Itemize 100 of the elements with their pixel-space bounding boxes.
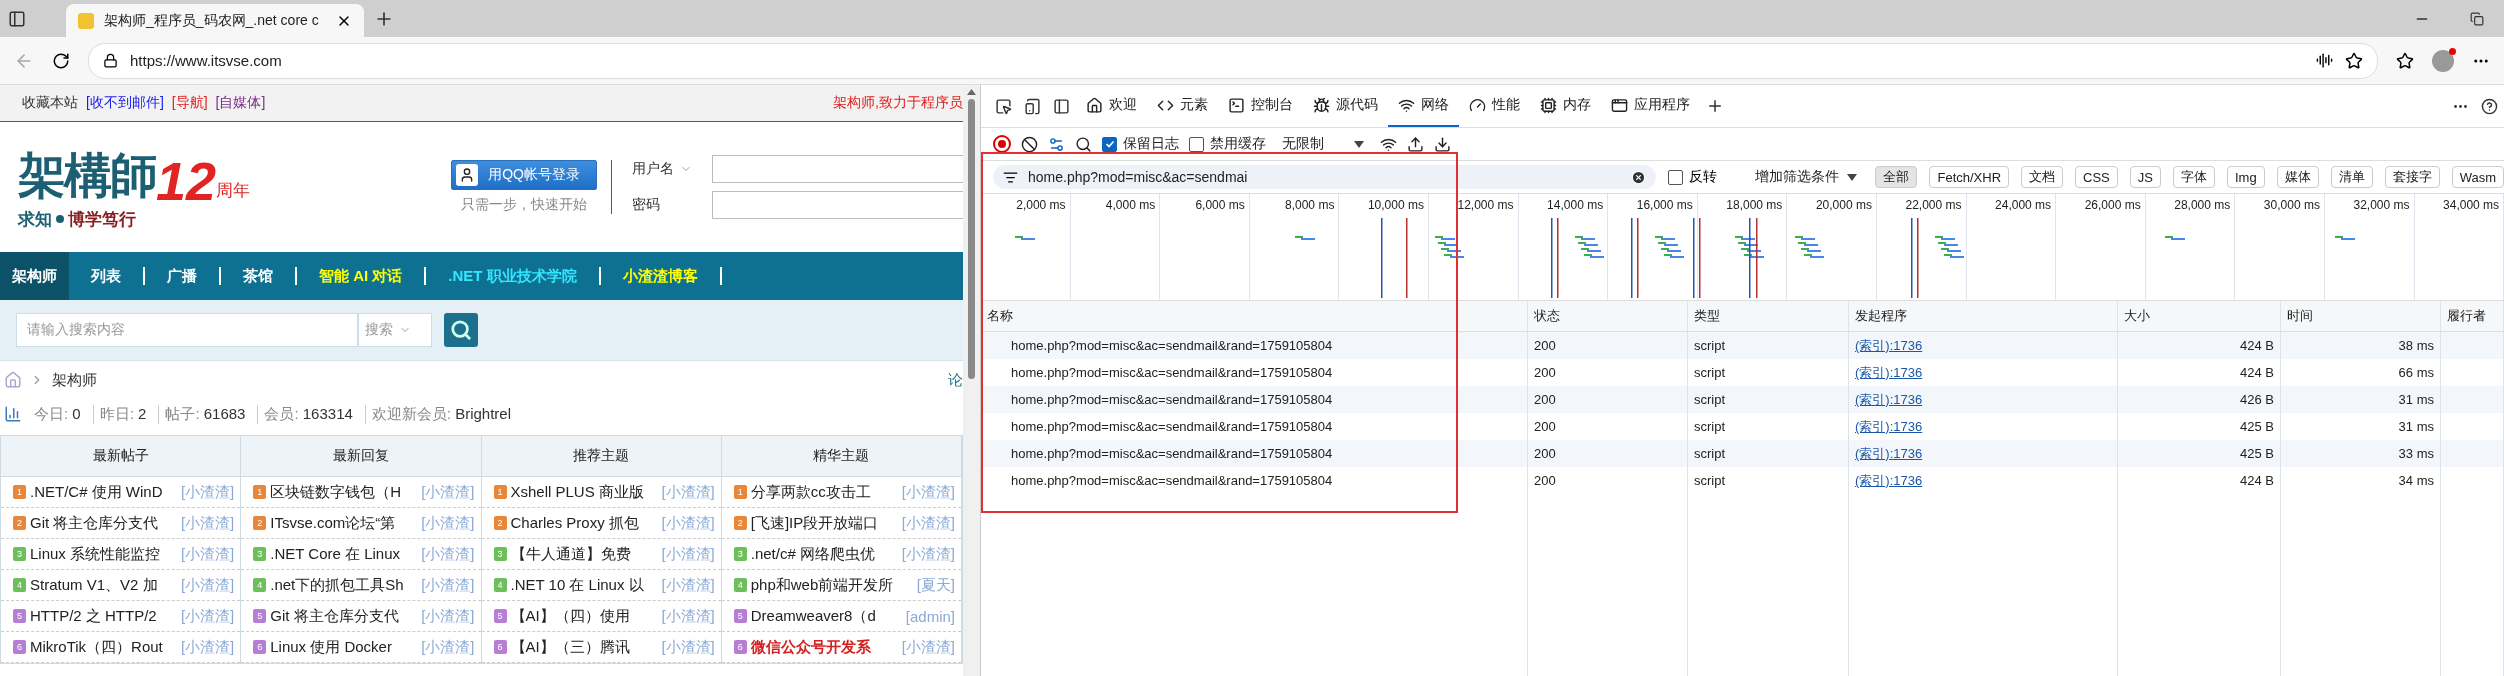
devtools-tab[interactable]: 欢迎 (1076, 85, 1147, 127)
initiator-link[interactable]: (索引):1736 (1855, 417, 1923, 436)
column-header[interactable]: 发起程序 (1849, 301, 2118, 331)
breadcrumb-link[interactable]: 架构师 (52, 370, 97, 390)
search-button[interactable] (444, 313, 478, 347)
thread-link[interactable]: 区块链数字钱包（H (270, 482, 418, 502)
thread-link[interactable]: .NET Core 在 Linux (270, 544, 418, 564)
type-filter-button[interactable]: 媒体 (2276, 166, 2319, 188)
status-cell: 200 (1528, 467, 1688, 494)
thread-link[interactable]: [飞速]IP段开放端口 (750, 513, 898, 533)
filter-icon (1003, 169, 1018, 185)
scroll-up-icon[interactable] (967, 89, 976, 95)
thread-link[interactable]: Git 将主仓库分支代 (270, 606, 418, 626)
column-header[interactable]: 名称 (981, 301, 1528, 331)
checkbox[interactable]: 反转 (1668, 168, 1718, 186)
devtools-tab[interactable]: 性能 (1459, 85, 1530, 127)
upload-icon[interactable] (1407, 135, 1424, 153)
thread-link[interactable]: .NET/C# 使用 WinD (30, 482, 177, 502)
nav-item[interactable]: 小渣渣博客 (622, 266, 698, 286)
type-filter-button[interactable]: Img (2226, 166, 2265, 188)
tick-label: 2,000 ms (1016, 198, 1066, 212)
qq-login-button[interactable]: 用QQ帐号登录 (451, 160, 597, 190)
checkbox[interactable]: 保留日志 (1102, 135, 1179, 153)
filter-settings-icon[interactable] (1048, 135, 1065, 153)
devtools-tab[interactable]: 应用程序 (1601, 85, 1700, 127)
type-filter-button[interactable]: 清单 (2330, 166, 2373, 188)
record-button[interactable] (993, 135, 1011, 153)
thread-link[interactable]: Dreamweaver8（d (750, 606, 902, 626)
add-filter-dropdown[interactable]: 增加筛选条件 (1749, 167, 1864, 187)
devtools-tab[interactable]: 内存 (1530, 85, 1601, 127)
type-filter-button[interactable]: CSS (2075, 166, 2118, 188)
download-icon[interactable] (1434, 135, 1451, 153)
nav-item[interactable]: 列表 (91, 266, 121, 286)
profile-avatar[interactable] (2432, 49, 2454, 72)
thread-link[interactable]: Stratum V1、V2 加 (30, 575, 177, 595)
thread-link[interactable]: Linux 系统性能监控 (30, 544, 177, 564)
initiator-link[interactable]: (索引):1736 (1855, 444, 1923, 463)
nav-item[interactable]: 广播 (167, 266, 197, 286)
read-aloud-icon[interactable] (2316, 52, 2333, 69)
favorites-icon[interactable] (2396, 51, 2414, 70)
top-link[interactable]: [收不到邮件] (86, 94, 164, 112)
column-header[interactable]: 状态 (1528, 301, 1688, 331)
thread-link[interactable]: .net/c# 网络爬虫优 (750, 544, 898, 564)
filter-field[interactable]: home.php?mod=misc&ac=sendmai (993, 165, 1657, 189)
thread-link[interactable]: .net下的抓包工具Sh (270, 575, 418, 595)
thread-link[interactable]: php和web前端开发所 (750, 575, 913, 595)
thread-link[interactable]: Git 将主仓库分支代 (30, 513, 177, 533)
thread-link[interactable]: 【AI】（四）使用 (510, 606, 658, 626)
type-filter-button[interactable]: Wasm (2451, 166, 2504, 188)
nav-item[interactable]: .NET 职业技术学院 (448, 266, 577, 286)
thread-link[interactable]: 【AI】（三）腾讯 (510, 637, 658, 657)
nav-item[interactable]: 架构师 (12, 266, 57, 286)
type-filter-button[interactable]: JS (2129, 166, 2161, 188)
breadcrumb-right-text[interactable]: 论 (948, 370, 963, 390)
search-icon[interactable] (1075, 135, 1092, 153)
type-filter-button[interactable]: 套接字 (2384, 166, 2440, 188)
thread-link[interactable]: Charles Proxy 抓包 (510, 513, 658, 533)
type-filter-button[interactable]: 字体 (2172, 166, 2215, 188)
column-header[interactable]: 类型 (1688, 301, 1849, 331)
top-link[interactable]: [导航] (171, 94, 208, 112)
thread-link[interactable]: .NET 10 在 Linux 以 (510, 575, 658, 595)
refresh-icon[interactable] (52, 51, 70, 70)
thread-link[interactable]: 分享两款cc攻击工 (750, 482, 898, 502)
thread-link[interactable]: ITsvse.com论坛“第 (270, 513, 418, 533)
initiator-link[interactable]: (索引):1736 (1855, 363, 1923, 382)
checkbox[interactable]: 禁用缓存 (1189, 135, 1266, 153)
address-bar[interactable]: https://www.itsvse.com (88, 42, 2378, 79)
nav-item[interactable]: 茶馆 (243, 266, 273, 286)
thread-link[interactable]: Xshell PLUS 商业版 (510, 482, 658, 502)
type-filter-button[interactable]: 全部 (1875, 166, 1918, 188)
star-icon[interactable] (2345, 51, 2363, 70)
thread-link[interactable]: HTTP/2 之 HTTP/2 (30, 606, 177, 626)
initiator-link[interactable]: (索引):1736 (1855, 471, 1923, 490)
thread-link[interactable]: 【牛人通道】免费 (510, 544, 658, 564)
input-field[interactable] (712, 191, 963, 219)
devtools-tab[interactable]: 元素 (1147, 85, 1218, 127)
browser-tab[interactable]: 架构师_程序员_码农网_.net core c (66, 4, 364, 37)
nav-item[interactable]: 智能 AI 对话 (319, 266, 403, 286)
column-header[interactable]: 履行者 (2441, 301, 2504, 331)
restore-icon[interactable] (2470, 11, 2484, 26)
thread-link[interactable]: Linux 使用 Docker (270, 637, 418, 657)
rank-badge: 1 (733, 485, 747, 499)
devtools-tab[interactable]: 源代码 (1303, 85, 1388, 127)
scrollbar-thumb[interactable] (968, 99, 975, 379)
tab-actions-icon[interactable] (8, 9, 26, 28)
column-header[interactable]: 时间 (2281, 301, 2441, 331)
top-link[interactable]: 收藏本站 (22, 94, 78, 112)
top-link[interactable]: [自媒体] (215, 94, 266, 112)
throttle-dropdown[interactable]: 无限制 (1276, 134, 1370, 154)
thread-link[interactable]: MikroTik（四）Rout (30, 637, 177, 657)
column-header[interactable]: 大小 (2118, 301, 2281, 331)
initiator-link[interactable]: (索引):1736 (1855, 390, 1923, 409)
request-name[interactable]: home.php?mod=misc&ac=sendmail&rand=1759105804 (981, 467, 1528, 494)
input-field[interactable] (712, 155, 963, 183)
type-filter-button[interactable]: 文档 (2021, 166, 2064, 188)
type-filter-button[interactable]: Fetch/XHR (1929, 166, 2010, 188)
clear-icon[interactable] (1021, 135, 1038, 153)
initiator-link[interactable]: (索引):1736 (1855, 336, 1923, 355)
thread-link[interactable]: 微信公众号开发系 (750, 637, 898, 657)
devtools-tab[interactable]: 控制台 (1218, 85, 1303, 127)
